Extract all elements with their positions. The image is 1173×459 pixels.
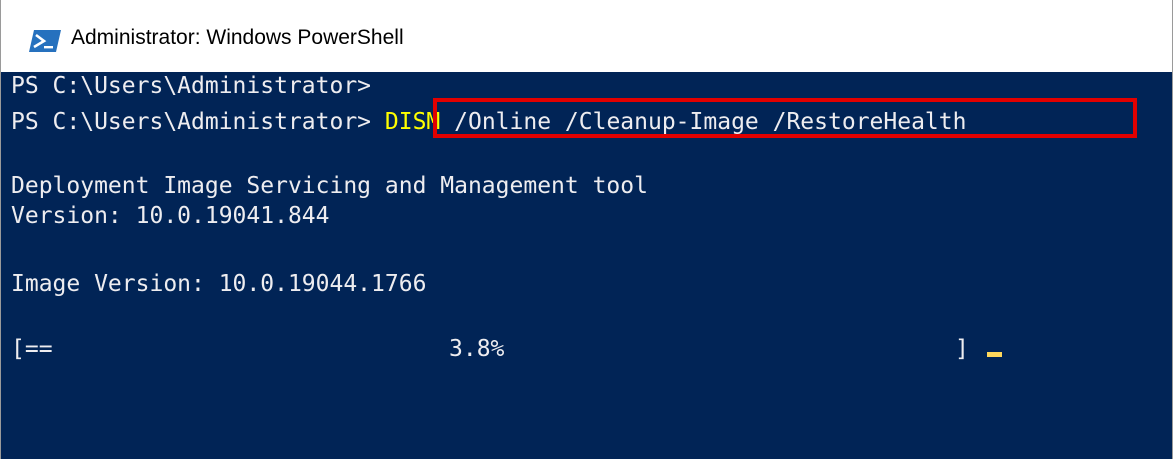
- output-image-version: Image Version: 10.0.19044.1766: [11, 271, 427, 297]
- prompt-line-1: PS C:\Users\Administrator>: [11, 73, 372, 99]
- powershell-window: Administrator: Windows PowerShell PS C:\…: [0, 0, 1173, 459]
- progress-close: ]: [955, 336, 969, 362]
- text-cursor: [987, 352, 1002, 357]
- title-bar[interactable]: Administrator: Windows PowerShell: [1, 0, 1172, 72]
- prompt-line-2: PS C:\Users\Administrator>: [11, 109, 372, 135]
- console-area[interactable]: PS C:\Users\Administrator> PS C:\Users\A…: [1, 72, 1172, 459]
- output-tool-name: Deployment Image Servicing and Managemen…: [11, 173, 648, 199]
- progress-open: [==: [11, 336, 53, 362]
- powershell-icon: [29, 30, 61, 52]
- window-title: Administrator: Windows PowerShell: [71, 26, 404, 49]
- output-version: Version: 10.0.19041.844: [11, 203, 330, 229]
- command-keyword: DISM: [384, 109, 441, 135]
- command-highlight-box: [433, 98, 1137, 138]
- progress-percent: 3.8%: [449, 336, 505, 362]
